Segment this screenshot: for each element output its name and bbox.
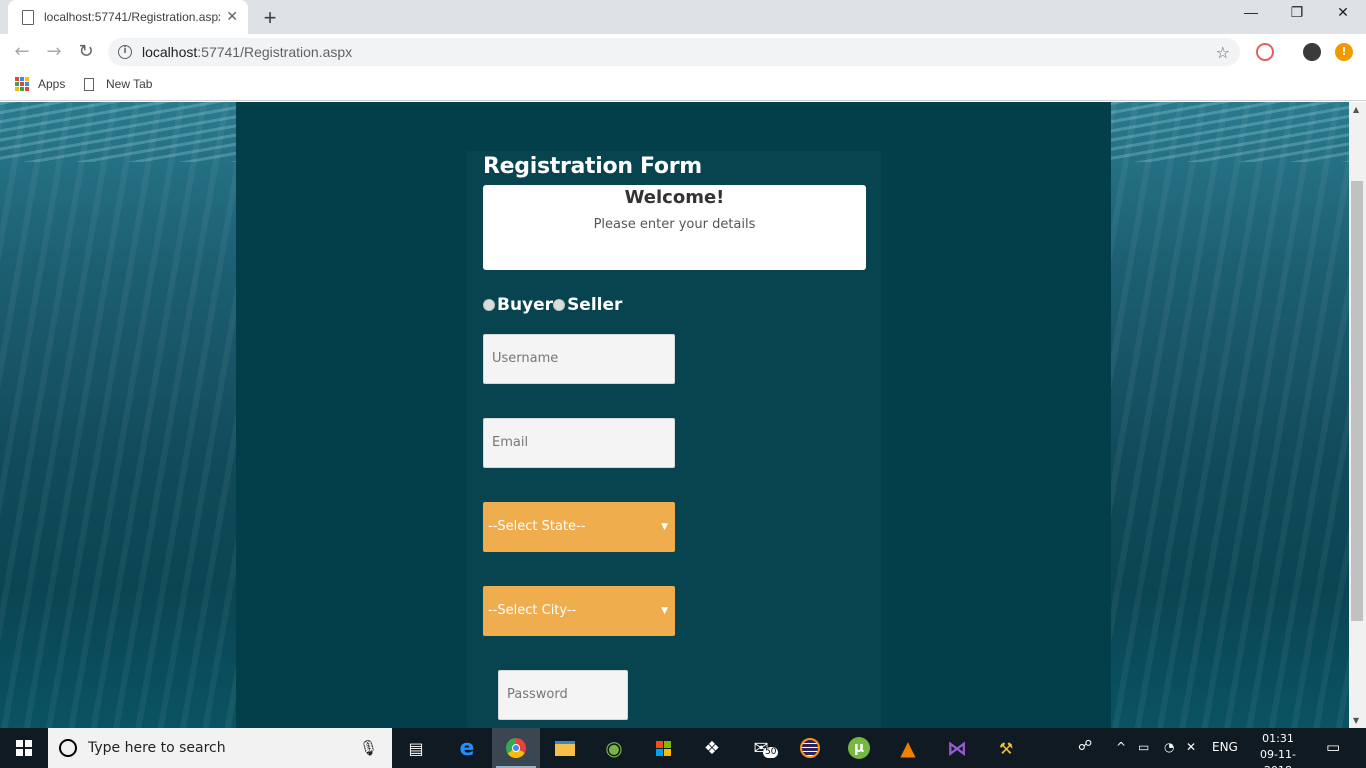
profile-avatar[interactable] (1303, 43, 1321, 61)
file-explorer-icon[interactable] (551, 734, 579, 762)
page-favicon-icon (22, 9, 34, 25)
email-input[interactable]: Email (483, 418, 675, 468)
welcome-title: Welcome! (624, 187, 725, 208)
city-select-value: --Select City-- (488, 603, 577, 618)
utorrent-icon[interactable]: µ (845, 734, 873, 762)
wifi-icon[interactable]: ◔ (1164, 740, 1174, 754)
address-bar[interactable]: i localhost:57741/Registration.aspx ☆ (108, 38, 1240, 66)
system-clock[interactable]: 01:31 09-11-2018 (1248, 731, 1308, 768)
bookmark-new-tab[interactable]: New Tab (84, 77, 152, 91)
page-scrollbar[interactable]: ▲ ▼ (1349, 102, 1366, 728)
page-icon (84, 77, 94, 91)
back-arrow-icon[interactable]: ← (10, 40, 34, 64)
account-type-radio-group: Buyer Seller (483, 295, 622, 315)
close-window-button[interactable]: ✕ (1320, 4, 1366, 21)
store-icon[interactable] (649, 734, 677, 762)
eclipse-icon[interactable] (796, 734, 824, 762)
bookmark-label: New Tab (106, 77, 153, 91)
welcome-panel: Welcome! Please enter your details (483, 185, 866, 270)
reload-icon[interactable]: ↻ (74, 40, 98, 64)
state-select[interactable]: --Select State-- ▼ (483, 502, 675, 552)
start-button[interactable] (0, 728, 48, 768)
microphone-icon[interactable]: 🎙 (359, 739, 378, 757)
tab-title: localhost:57741/Registration.aspx (44, 10, 220, 24)
page-viewport: Registration Form Welcome! Please enter … (0, 102, 1349, 728)
tool-icon[interactable]: ⚒ (992, 734, 1020, 762)
show-hidden-icons-icon[interactable]: ^ (1116, 740, 1126, 754)
state-select-value: --Select State-- (488, 519, 586, 534)
buyer-label[interactable]: Buyer (497, 295, 553, 315)
clock-time: 01:31 (1262, 732, 1294, 745)
vlc-icon[interactable]: ▲ (894, 734, 922, 762)
mail-badge: 50 (763, 747, 779, 758)
volume-muted-icon[interactable]: ✕ (1186, 740, 1196, 754)
apps-grid-icon (15, 77, 29, 91)
people-icon[interactable]: ☍ (1078, 738, 1092, 754)
site-info-icon[interactable]: i (118, 45, 132, 59)
edge-icon[interactable]: e (453, 734, 481, 762)
scroll-up-icon[interactable]: ▲ (1353, 105, 1359, 114)
url-host: localhost (142, 44, 198, 60)
ocean-background-left (0, 102, 236, 728)
ocean-background-right (1111, 102, 1349, 728)
new-tab-button[interactable]: + (258, 5, 282, 31)
notifications-icon[interactable]: ▭ (1326, 738, 1340, 756)
city-select[interactable]: --Select City-- ▼ (483, 586, 675, 636)
forward-arrow-icon[interactable]: → (42, 40, 66, 64)
bookmark-star-icon[interactable]: ☆ (1216, 43, 1230, 62)
extension-icon[interactable] (1256, 43, 1274, 61)
page-title: Registration Form (483, 154, 702, 179)
windows-taskbar: Type here to search 🎙 ▤ e ◉ ❖ ✉ 50 µ ▲ ⋈ … (0, 728, 1366, 768)
bookmark-label: Apps (38, 77, 66, 91)
scrollbar-thumb[interactable] (1351, 181, 1363, 621)
seller-label[interactable]: Seller (567, 295, 622, 315)
dropbox-icon[interactable]: ❖ (698, 734, 726, 762)
buyer-radio[interactable] (483, 299, 495, 311)
browser-tabstrip: localhost:57741/Registration.aspx ✕ + — … (0, 0, 1366, 34)
chrome-icon[interactable] (502, 734, 530, 762)
welcome-subtitle: Please enter your details (593, 217, 756, 232)
language-indicator[interactable]: ENG (1212, 740, 1238, 754)
bookmarks-bar: Apps New Tab (0, 70, 1366, 101)
task-view-icon[interactable]: ▤ (402, 734, 430, 762)
mail-icon[interactable]: ✉ 50 (747, 734, 779, 762)
seller-radio[interactable] (553, 299, 566, 311)
restore-button[interactable]: ❐ (1274, 4, 1320, 21)
visual-studio-icon[interactable]: ⋈ (943, 734, 971, 762)
tab-close-icon[interactable]: ✕ (226, 9, 238, 25)
browser-toolbar: ← → ↻ i localhost:57741/Registration.asp… (0, 34, 1366, 70)
scroll-down-icon[interactable]: ▼ (1353, 716, 1359, 725)
password-input[interactable]: Password (498, 670, 628, 720)
bookmark-apps[interactable]: Apps (15, 77, 65, 91)
username-input[interactable]: Username (483, 334, 675, 384)
chevron-down-icon: ▼ (661, 522, 668, 532)
chevron-down-icon: ▼ (661, 606, 668, 616)
update-alert-icon[interactable]: ! (1335, 43, 1353, 61)
minimize-button[interactable]: — (1228, 4, 1274, 20)
url-path: :57741/Registration.aspx (197, 44, 353, 60)
taskbar-search[interactable]: Type here to search 🎙 (48, 728, 392, 768)
browser-tab[interactable]: localhost:57741/Registration.aspx ✕ (8, 0, 248, 34)
windows-logo-icon (16, 740, 32, 756)
android-studio-icon[interactable]: ◉ (600, 734, 628, 762)
clock-date: 09-11-2018 (1260, 748, 1296, 768)
cortana-icon (59, 739, 77, 757)
search-placeholder: Type here to search (88, 740, 226, 756)
battery-icon[interactable]: ▭ (1138, 740, 1149, 754)
